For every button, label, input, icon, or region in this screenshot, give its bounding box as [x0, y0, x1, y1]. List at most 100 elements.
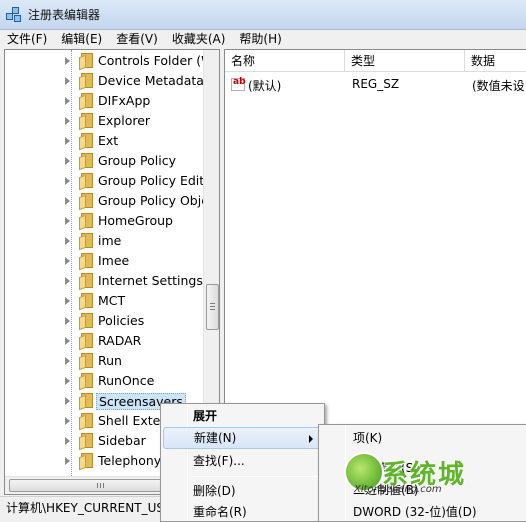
- tree-item[interactable]: Internet Settings: [5, 271, 203, 291]
- expand-arrow-icon[interactable]: [65, 177, 70, 185]
- menu-bar: 文件(F) 编辑(E) 查看(V) 收藏夹(A) 帮助(H): [0, 30, 526, 48]
- folder-icon: [79, 433, 93, 451]
- folder-icon: [79, 253, 93, 271]
- expand-arrow-icon[interactable]: [65, 237, 70, 245]
- expand-arrow-icon[interactable]: [65, 317, 70, 325]
- expand-arrow-icon[interactable]: [65, 357, 70, 365]
- expand-arrow-icon[interactable]: [65, 297, 70, 305]
- folder-icon: [79, 73, 93, 91]
- folder-icon: [79, 333, 93, 351]
- tree-item[interactable]: Imee: [5, 251, 203, 271]
- menu-edit[interactable]: 编辑(E): [54, 30, 109, 48]
- watermark-url: Xitongcheng.com: [354, 484, 442, 495]
- expand-arrow-icon[interactable]: [65, 117, 70, 125]
- context-separator: [191, 476, 321, 477]
- folder-icon: [79, 373, 93, 391]
- expand-arrow-icon[interactable]: [65, 377, 70, 385]
- expand-arrow-icon[interactable]: [65, 257, 70, 265]
- tree-item[interactable]: Group Policy Editc: [5, 171, 211, 191]
- context-delete[interactable]: 删除(D): [163, 480, 322, 502]
- context-new[interactable]: 新建(N): [163, 427, 322, 449]
- tree-item[interactable]: RADAR: [5, 331, 203, 351]
- folder-icon: [79, 113, 93, 131]
- tree-item-label: Policies: [98, 313, 145, 328]
- folder-icon: [79, 173, 93, 191]
- tree-item[interactable]: Ext: [5, 131, 203, 151]
- expand-arrow-icon[interactable]: [65, 337, 70, 345]
- expand-arrow-icon[interactable]: [65, 77, 70, 85]
- context-menu: 展开 新建(N) 查找(F)... 删除(D) 重命名(R): [160, 403, 325, 522]
- menu-view[interactable]: 查看(V): [109, 30, 165, 48]
- menu-file[interactable]: 文件(F): [0, 30, 54, 48]
- folder-icon: [79, 293, 93, 311]
- folder-icon: [79, 453, 93, 471]
- folder-icon: [79, 273, 93, 291]
- expand-arrow-icon[interactable]: [65, 197, 70, 205]
- title-bar: 注册表编辑器: [0, 0, 526, 30]
- tree-vertical-scroll-thumb[interactable]: [206, 284, 219, 330]
- value-row[interactable]: ab (默认) REG_SZ (数值未设: [225, 74, 526, 96]
- tree-item[interactable]: Run: [5, 351, 203, 371]
- expand-arrow-icon[interactable]: [65, 277, 70, 285]
- context-expand[interactable]: 展开: [163, 405, 322, 427]
- column-header-data[interactable]: 数据: [465, 50, 526, 72]
- tree-item[interactable]: Controls Folder (W: [5, 51, 214, 71]
- tree-item[interactable]: Group Policy: [5, 151, 203, 171]
- expand-arrow-icon[interactable]: [65, 217, 70, 225]
- expand-arrow-icon[interactable]: [65, 457, 70, 465]
- expand-arrow-icon[interactable]: [65, 437, 70, 445]
- folder-icon: [79, 93, 93, 111]
- folder-icon: [79, 193, 93, 211]
- column-header-name[interactable]: 名称: [225, 50, 345, 72]
- expand-arrow-icon[interactable]: [65, 397, 70, 405]
- expand-arrow-icon[interactable]: [65, 417, 70, 425]
- tree-item[interactable]: ime: [5, 231, 203, 251]
- folder-icon: [79, 153, 93, 171]
- folder-icon: [79, 393, 93, 411]
- submenu-dword-value[interactable]: DWORD (32-位)值(D): [353, 501, 477, 521]
- tree-item-label: Sidebar: [98, 433, 146, 448]
- tree-item-label: Group Policy Editc: [98, 173, 212, 188]
- value-type: REG_SZ: [352, 77, 400, 91]
- tree-item-label: HomeGroup: [98, 213, 173, 228]
- context-find[interactable]: 查找(F)...: [163, 450, 322, 472]
- window-title: 注册表编辑器: [28, 8, 101, 22]
- tree-item-label: MCT: [98, 293, 126, 308]
- folder-icon: [79, 353, 93, 371]
- tree-item[interactable]: DIFxApp: [5, 91, 203, 111]
- folder-icon: [79, 133, 93, 151]
- tree-item[interactable]: Device Metadata: [5, 71, 204, 91]
- folder-icon: [79, 53, 93, 71]
- tree-item[interactable]: MCT: [5, 291, 203, 311]
- expand-arrow-icon[interactable]: [65, 97, 70, 105]
- tree-item-label: RunOnce: [98, 373, 155, 388]
- tree-item-label: Telephony: [98, 453, 162, 468]
- folder-icon: [79, 313, 93, 331]
- expand-arrow-icon[interactable]: [65, 157, 70, 165]
- expand-arrow-icon[interactable]: [65, 137, 70, 145]
- menu-help[interactable]: 帮助(H): [232, 30, 288, 48]
- tree-item-label: Device Metadata: [98, 73, 204, 88]
- expand-arrow-icon[interactable]: [65, 57, 70, 65]
- tree-item-label: Internet Settings: [98, 273, 203, 288]
- submenu-key[interactable]: 项(K): [353, 427, 382, 449]
- tree-item[interactable]: Explorer: [5, 111, 203, 131]
- tree-item-label: Run: [98, 353, 122, 368]
- menu-favorites[interactable]: 收藏夹(A): [165, 30, 233, 48]
- column-header-type[interactable]: 类型: [345, 50, 465, 72]
- tree-item-label: Group Policy: [98, 153, 176, 168]
- context-rename[interactable]: 重命名(R): [163, 501, 322, 521]
- string-value-icon: ab: [231, 77, 246, 91]
- tree-item-label: Controls Folder (W: [98, 53, 214, 68]
- value-data: (数值未设: [472, 79, 525, 93]
- folder-icon: [79, 213, 93, 231]
- tree-item-label: ime: [98, 233, 122, 248]
- tree-item[interactable]: Policies: [5, 311, 203, 331]
- tree-item[interactable]: HomeGroup: [5, 211, 203, 231]
- tree-item-label: Ext: [98, 133, 119, 148]
- tree-item[interactable]: Group Policy Obje: [5, 191, 209, 211]
- tree-item[interactable]: RunOnce: [5, 371, 203, 391]
- submenu-arrow-icon: [309, 435, 313, 443]
- context-new-label: 新建(N): [194, 431, 237, 445]
- folder-icon: [79, 413, 93, 431]
